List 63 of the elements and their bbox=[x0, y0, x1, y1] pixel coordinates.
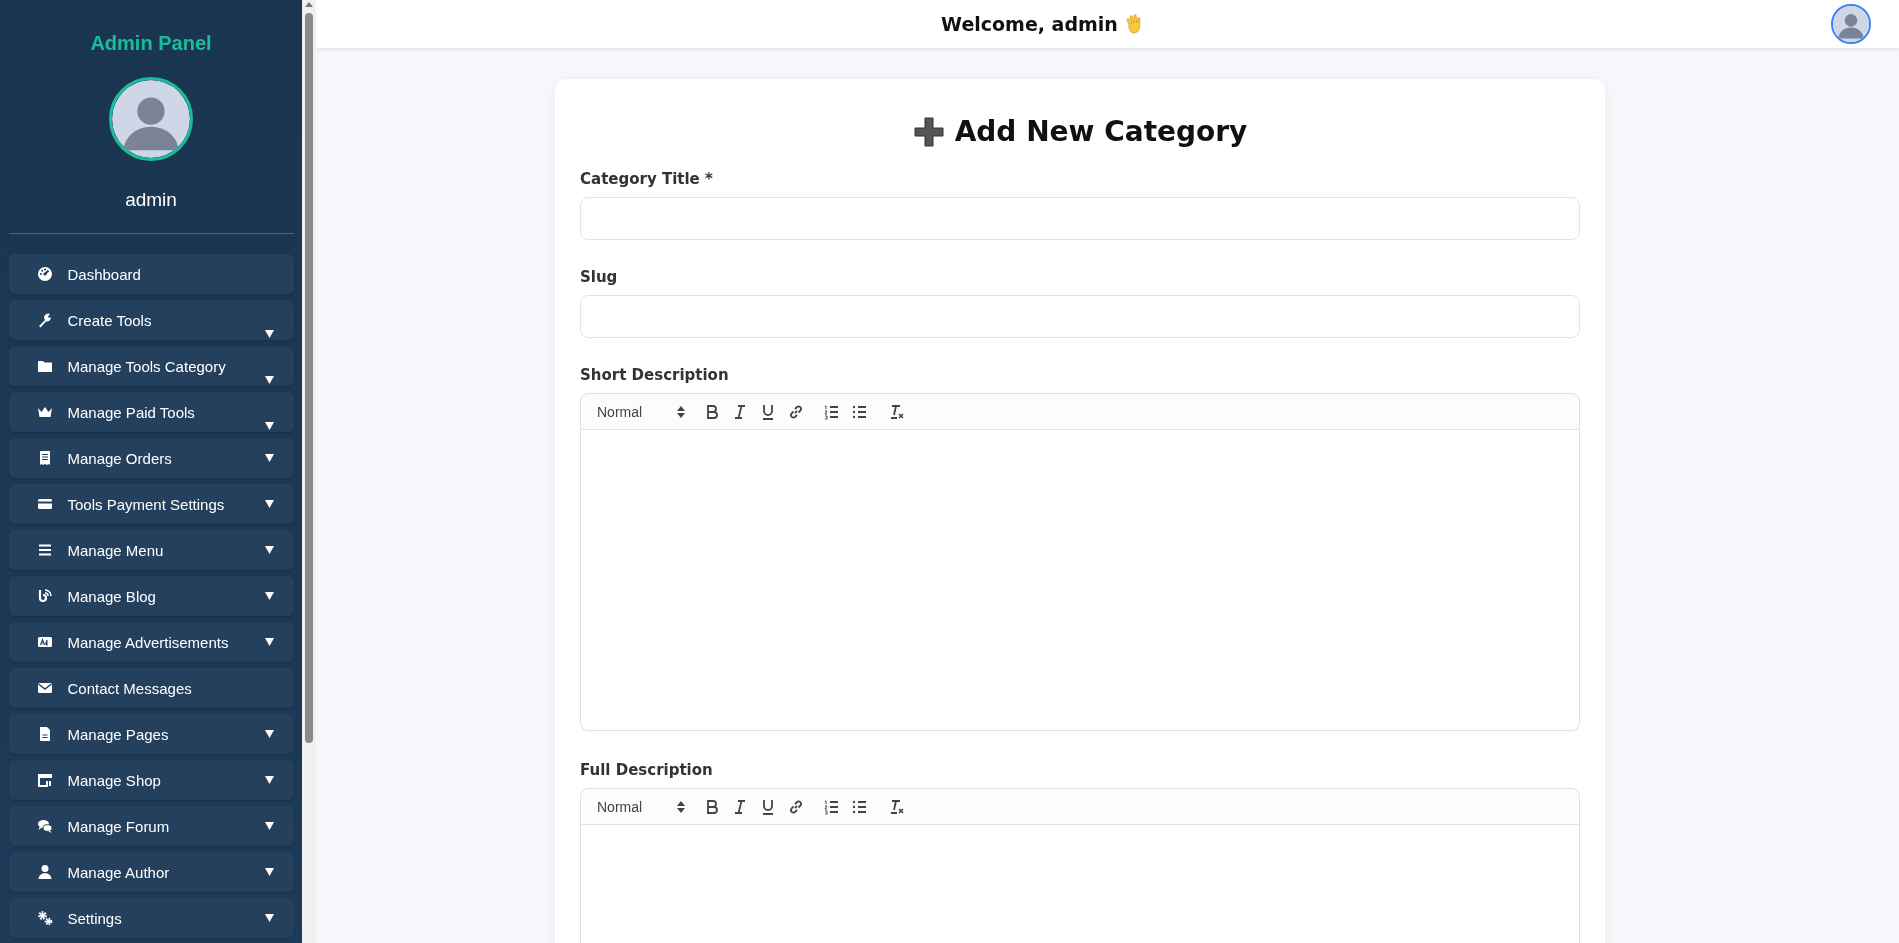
ad-icon bbox=[36, 634, 53, 650]
sidebar-item[interactable]: Manage Menu bbox=[8, 530, 294, 570]
username: admin bbox=[125, 189, 177, 211]
gauge-icon bbox=[36, 266, 53, 282]
sidebar-item[interactable]: Manage Advertisements bbox=[8, 622, 294, 662]
avatar-icon bbox=[109, 77, 193, 161]
avatar-icon bbox=[1831, 4, 1871, 44]
caret-icon bbox=[264, 592, 274, 600]
numbered-list-icon[interactable] bbox=[823, 797, 841, 816]
caret-icon bbox=[264, 730, 274, 738]
format-dropdown[interactable]: Normal bbox=[597, 403, 685, 420]
caret-icon bbox=[264, 500, 274, 508]
format-label: Normal bbox=[597, 403, 643, 420]
sidebar-item[interactable]: Manage Tools Category bbox=[8, 346, 294, 386]
welcome-text: Welcome, admin bbox=[941, 13, 1118, 35]
caret-icon bbox=[264, 330, 274, 338]
caret-icon bbox=[264, 776, 274, 784]
caret-icon bbox=[264, 868, 274, 876]
sidebar-item[interactable]: Manage Orders bbox=[8, 438, 294, 478]
caret-icon bbox=[264, 422, 274, 430]
sidebar-item[interactable]: Settings bbox=[8, 898, 294, 938]
caret-icon bbox=[264, 454, 274, 462]
format-label: Normal bbox=[597, 798, 643, 815]
up-down-caret-icon bbox=[677, 405, 685, 418]
link-icon[interactable] bbox=[787, 797, 805, 816]
chat-icon bbox=[36, 818, 53, 834]
sidebar-item[interactable]: Dashboard bbox=[8, 254, 294, 294]
format-dropdown[interactable]: Normal bbox=[597, 798, 685, 815]
credit-card-icon bbox=[36, 496, 53, 512]
link-icon[interactable] bbox=[787, 402, 805, 421]
caret-icon bbox=[264, 376, 274, 384]
form-title: Add New Category bbox=[954, 115, 1248, 148]
gears-icon bbox=[36, 910, 53, 926]
sidebar-item[interactable]: Manage Forum bbox=[8, 806, 294, 846]
field-label: Slug bbox=[580, 268, 619, 286]
scroll-up-icon[interactable] bbox=[305, 2, 313, 7]
user-icon bbox=[36, 864, 53, 880]
shop-icon bbox=[36, 772, 53, 788]
sidebar-item[interactable]: Contact Messages bbox=[8, 668, 294, 708]
sidebar-item[interactable]: Create Tools bbox=[8, 300, 294, 340]
sidebar-item[interactable]: Manage Paid Tools bbox=[8, 392, 294, 432]
blog-icon bbox=[36, 588, 53, 604]
caret-icon bbox=[264, 822, 274, 830]
panel-title: Admin Panel bbox=[90, 32, 212, 55]
folder-icon bbox=[36, 358, 53, 374]
field-label: Full Description bbox=[580, 761, 714, 779]
plus-icon bbox=[912, 115, 945, 148]
envelope-icon bbox=[36, 680, 53, 696]
field-label: Category Title * bbox=[580, 170, 714, 188]
caret-icon bbox=[264, 914, 274, 922]
caret-icon bbox=[264, 638, 274, 646]
numbered-list-icon[interactable] bbox=[823, 402, 841, 421]
input-field[interactable] bbox=[580, 295, 1580, 338]
menu-icon bbox=[36, 542, 53, 558]
field-label: Short Description bbox=[580, 366, 730, 384]
sidebar-item[interactable]: Manage Author bbox=[8, 852, 294, 892]
sidebar-item[interactable]: Manage Blog bbox=[8, 576, 294, 616]
input-field[interactable] bbox=[580, 197, 1580, 240]
sidebar-item[interactable]: Tools Payment Settings bbox=[8, 484, 294, 524]
caret-icon bbox=[264, 546, 274, 554]
sidebar-item[interactable]: Manage Pages bbox=[8, 714, 294, 754]
up-down-caret-icon bbox=[677, 800, 685, 813]
sidebar-item[interactable]: Manage Shop bbox=[8, 760, 294, 800]
